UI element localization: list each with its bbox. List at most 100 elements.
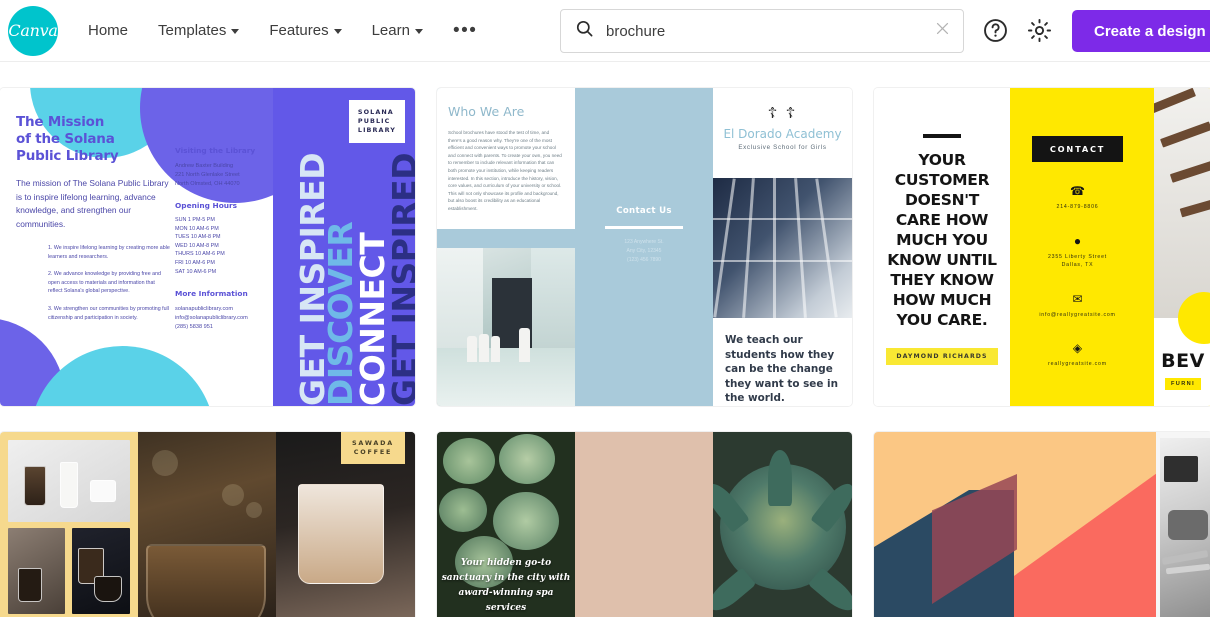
photo-detail — [467, 336, 477, 362]
canva-logo[interactable]: Canva — [8, 5, 58, 56]
photo-detail — [767, 450, 792, 506]
contact-email: ✉ info@reallygreatsite.com — [1010, 292, 1145, 320]
coffee-collage-panel — [0, 432, 138, 617]
gear-icon — [1027, 18, 1052, 43]
contact-website: ◈ reallygreatsite.com — [1010, 341, 1145, 369]
photo-detail — [443, 438, 495, 484]
nav-more-menu[interactable]: ••• — [441, 21, 489, 41]
library-ceiling-photo — [713, 178, 852, 318]
photo-detail — [246, 502, 262, 518]
contact-phone: ☎ 214-879-8806 — [1010, 184, 1145, 212]
template-card-el-dorado-academy[interactable]: Who We Are School brochures have stood t… — [437, 88, 852, 406]
contact-badge: CONTACT — [1031, 136, 1124, 162]
hours-list: SUN 1 PM-5 PM MON 10 AM-6 PM TUES 10 AM-… — [175, 217, 225, 275]
photo-detail — [1179, 195, 1210, 218]
question-circle-icon — [984, 19, 1007, 42]
hours-heading: Opening Hours — [175, 201, 238, 210]
template-card-solana-library[interactable]: The Mission of the Solana Public Library… — [0, 88, 415, 406]
customer-quote-text: YOUR CUSTOMER DOESN'T CARE HOW MUCH YOU … — [887, 151, 997, 329]
eldorado-cover-panel: ☦ ☦ El Dorado Academy Exclusive School f… — [713, 88, 852, 406]
solana-cover-panel: GET INSPIRED DISCOVER CONNECT GET INSPIR… — [273, 88, 415, 406]
results-row-1: The Mission of the Solana Public Library… — [0, 88, 1210, 406]
photo-detail — [519, 328, 530, 362]
bev-furniture-partial-card: BEV FURNI — [1145, 88, 1210, 406]
photo-detail — [815, 178, 838, 318]
agave-photo-panel — [713, 432, 852, 617]
close-icon[interactable] — [934, 20, 951, 42]
furniture-photo — [1154, 88, 1210, 318]
envelope-icon: ✉ — [1072, 291, 1083, 306]
coffee-photo-top — [8, 440, 130, 522]
who-we-are-body: School brochures have stood the test of … — [448, 130, 562, 211]
template-card-sawada-coffee[interactable]: SAWADA COFFEE — [0, 432, 415, 617]
quote-author-badge: DAYMOND RICHARDS — [886, 348, 998, 365]
top-navigation-bar: Canva Home Templates Features Learn ••• — [0, 0, 1210, 62]
settings-button[interactable] — [1026, 17, 1054, 45]
divider — [605, 226, 683, 229]
photo-detail — [713, 260, 852, 262]
solana-info-column: Visiting the Library Andrew Baxter Build… — [175, 146, 273, 332]
workspace-photo — [1160, 438, 1210, 617]
agave-photo — [713, 450, 852, 617]
eldorado-quote: We teach our students how they can be th… — [725, 334, 838, 404]
photo-detail — [1164, 456, 1198, 482]
photo-detail — [1154, 88, 1197, 114]
visiting-heading: Visiting the Library — [175, 146, 256, 155]
photo-detail — [437, 348, 575, 406]
yellow-contact-panel: CONTACT ☎ 214-879-8806 ● 2355 Liberty St… — [1010, 88, 1145, 406]
nav-item-templates[interactable]: Templates — [146, 14, 251, 47]
eldorado-left-panel: Who We Are School brochures have stood t… — [437, 88, 575, 406]
photo-detail — [94, 576, 122, 602]
location-pin-icon: ● — [1073, 233, 1082, 248]
geometric-shapes-panel — [874, 432, 1156, 617]
photo-detail — [713, 218, 852, 220]
school-hallway-photo — [437, 248, 575, 406]
bev-brand-sub: FURNI — [1164, 378, 1202, 390]
eldorado-contact-panel: Contact Us 123 Anywhere St. Any City, 12… — [575, 88, 713, 406]
nav-item-learn[interactable]: Learn — [360, 14, 435, 47]
photo-detail — [90, 480, 116, 502]
create-a-design-button[interactable]: Create a design — [1072, 10, 1210, 52]
search-input[interactable] — [606, 22, 934, 40]
template-card-geometric-design[interactable] — [874, 432, 1210, 617]
website-value: reallygreatsite.com — [1048, 361, 1107, 367]
workspace-photo-panel — [1156, 432, 1210, 617]
laurel-wreath-icon: ☦ ☦ — [767, 105, 798, 122]
photo-detail — [713, 178, 736, 318]
contact-address: ● 2355 Liberty Street Dallas, TX — [1010, 234, 1145, 270]
nav-item-home[interactable]: Home — [76, 14, 140, 47]
succulents-photo-panel: Your hidden go-to sanctuary in the city … — [437, 432, 575, 617]
coffee-photo-bottom-left — [8, 528, 65, 614]
photo-detail — [479, 334, 489, 362]
photo-detail — [742, 178, 755, 318]
photo-detail — [1161, 550, 1209, 565]
sawada-coffee-badge: SAWADA COFFEE — [340, 432, 405, 464]
photo-detail — [222, 484, 244, 506]
template-card-customer-care-quote[interactable]: YOUR CUSTOMER DOESN'T CARE HOW MUCH YOU … — [874, 88, 1210, 406]
nav-item-features[interactable]: Features — [257, 14, 353, 47]
eldorado-branding: ☦ ☦ El Dorado Academy Exclusive School f… — [713, 104, 852, 151]
cover-word: GET INSPIRED — [385, 152, 415, 406]
solana-mission-list: 1. We inspire lifelong learning by creat… — [48, 244, 170, 322]
iced-coffee-photo-panel: SAWADA COFFEE — [276, 432, 415, 617]
help-button[interactable] — [982, 17, 1010, 45]
contact-heading: Contact Us — [616, 206, 672, 216]
template-card-spa-sanctuary[interactable]: Your hidden go-to sanctuary in the city … — [437, 432, 852, 617]
photo-detail — [713, 478, 750, 533]
list-item: 3. We strengthen our communities by prom… — [48, 305, 169, 321]
photo-detail — [807, 567, 852, 617]
address-line-2: Dallas, TX — [1061, 262, 1094, 268]
chevron-down-icon — [231, 29, 240, 34]
photo-detail — [794, 178, 807, 318]
coffee-hero-photo — [138, 432, 276, 617]
eldorado-brand-name: El Dorado Academy — [723, 127, 842, 141]
search-bar[interactable] — [560, 9, 964, 53]
decorative-dash — [923, 134, 961, 138]
contact-address: 123 Anywhere St. Any City, 12345 (123) 4… — [624, 238, 664, 263]
photo-detail — [1168, 510, 1208, 540]
photo-detail — [713, 567, 756, 617]
globe-icon: ◈ — [1072, 341, 1083, 355]
more-info-heading: More Information — [175, 289, 248, 299]
photo-detail — [18, 568, 42, 602]
bev-branding: BEV FURNI — [1154, 292, 1210, 406]
